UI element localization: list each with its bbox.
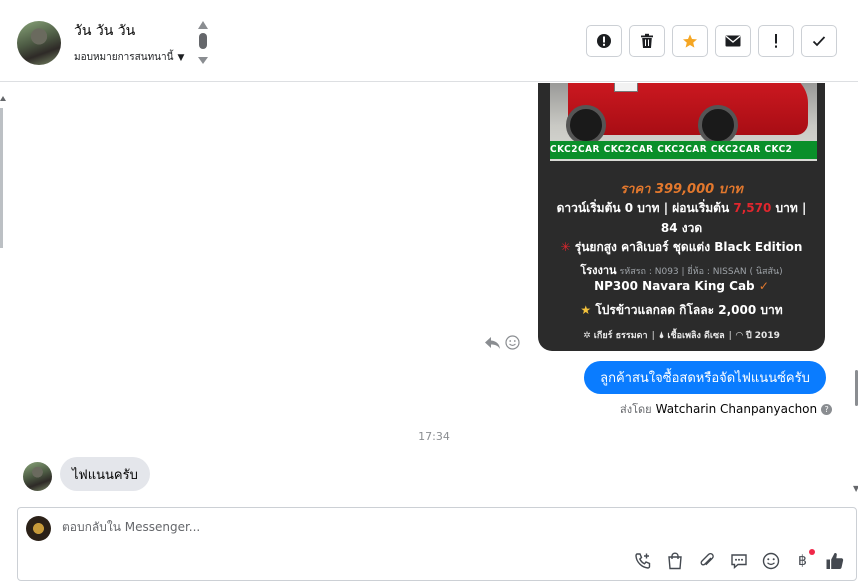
outgoing-message[interactable]: ลูกค้าสนใจซื้อสดหรือจัดไฟแนนซ์ครับ	[584, 361, 826, 394]
spec-gear: ✲ เกียร์ ธรรมดา	[583, 331, 648, 341]
call-button[interactable]	[632, 550, 653, 571]
checkmark-icon	[812, 36, 826, 47]
mark-unread-button[interactable]	[715, 25, 751, 57]
caret-down-icon: ▼	[177, 52, 185, 63]
envelope-icon	[725, 35, 741, 47]
watermark-banner: CKC2CAR CKC2CAR CKC2CAR CKC2CAR CKC2	[550, 141, 817, 159]
alert-octagon-icon	[597, 34, 611, 48]
incoming-message[interactable]: ไฟแนนครับ	[60, 457, 150, 491]
car-wheel	[566, 105, 606, 145]
conversation-stepper[interactable]	[197, 21, 209, 65]
left-scrollbar-thumb[interactable]	[0, 108, 3, 248]
composer-toolbar: ฿	[632, 549, 845, 571]
down-suffix: บาท |	[771, 201, 807, 215]
ad-down-payment: ดาวน์เริ่มต้น 0 บาท | ผ่อนเริ่มต้น 7,570…	[538, 199, 825, 218]
ad-terms: 84 งวด	[660, 221, 703, 235]
saved-replies-button[interactable]	[728, 550, 749, 571]
reply-input[interactable]	[62, 520, 622, 534]
reply-composer: ฿	[17, 507, 857, 581]
ad-price: ราคา 399,000 บาท	[620, 182, 743, 197]
header-actions	[586, 25, 837, 57]
stepper-handle	[199, 33, 207, 49]
down-prefix: ดาวน์เริ่มต้น 0 บาท | ผ่อนเริ่มต้น	[556, 201, 734, 215]
spec-fuel: เชื้อเพลิง ดีเซล	[667, 331, 725, 341]
chevron-up-icon[interactable]	[198, 21, 208, 29]
payment-button[interactable]: ฿	[792, 549, 815, 571]
ad-promo: ★ โปรข้าวแลกลด กิโลละ 2,000 บาท	[538, 301, 825, 320]
star-icon: ★	[580, 303, 592, 317]
emoji-reaction-icon[interactable]	[505, 335, 520, 350]
reply-icon[interactable]	[484, 336, 501, 350]
car-wheel	[698, 105, 738, 145]
assign-conversation-dropdown[interactable]: มอบหมายการสนทนานี้ ▼	[74, 50, 184, 65]
car-photo: CKC2CAR CKC2CAR CKC2CAR CKC2CAR CKC2	[550, 83, 817, 161]
chevron-down-icon[interactable]	[198, 57, 208, 64]
attach-button[interactable]	[696, 550, 717, 571]
mark-spam-button[interactable]	[586, 25, 622, 57]
delete-button[interactable]	[629, 25, 665, 57]
ad-specs: ✲ เกียร์ ธรรมดา | 🌢 เชื้อเพลิง ดีเซล | ◠ ปี …	[538, 328, 825, 342]
ad-meta: โรงงาน รหัสรถ : N093 | ยี่ห้อ : NISSAN (…	[538, 261, 825, 279]
meta-details: รหัสรถ : N093 | ยี่ห้อ : NISSAN ( นิสสัน…	[616, 267, 783, 277]
spec-separator: |	[728, 331, 732, 341]
contact-avatar-small[interactable]	[23, 462, 52, 491]
promo-text: โปรข้าวแลกลด กิโลละ 2,000 บาท	[595, 303, 783, 317]
contact-name[interactable]: วัน วัน วัน	[74, 20, 135, 42]
emoji-button[interactable]	[760, 550, 781, 571]
ad-model: NP300 Navara King Cab ✓	[538, 279, 825, 293]
sender-name: Watcharin Chanpanyachon	[655, 402, 818, 416]
edition-text: รุ่นยกสูง คาลิเบอร์ ชุดแต่ง Black Editio…	[570, 240, 803, 254]
star-icon	[683, 34, 697, 48]
shop-button[interactable]	[664, 550, 685, 571]
baht-icon: ฿	[798, 552, 807, 569]
star-button[interactable]	[672, 25, 708, 57]
spec-separator: |	[651, 331, 655, 341]
speedometer-icon: ◠	[735, 331, 746, 341]
scroll-down-arrow[interactable]: ▼	[853, 484, 858, 493]
phone-plus-icon	[634, 552, 650, 569]
paperclip-icon	[700, 552, 714, 565]
sent-by-line: ส่งโดย Watcharin Chanpanyachon ?	[620, 400, 833, 418]
exclamation-icon	[775, 34, 777, 48]
assign-label: มอบหมายการสนทนานี้	[74, 52, 174, 63]
license-plate	[614, 83, 638, 92]
asterisk-icon: ✳	[560, 240, 571, 254]
message-timestamp: 17:34	[418, 430, 450, 443]
check-circle-icon: ✓	[758, 279, 769, 293]
mark-done-button[interactable]	[801, 25, 837, 57]
trash-icon	[641, 33, 653, 48]
follow-up-button[interactable]	[758, 25, 794, 57]
conversation-header: วัน วัน วัน มอบหมายการสนทนานี้ ▼	[0, 0, 858, 82]
notification-dot	[809, 549, 815, 555]
help-icon[interactable]: ?	[821, 403, 833, 415]
sent-by-prefix: ส่งโดย	[620, 403, 652, 416]
like-button[interactable]	[824, 550, 845, 571]
meta-prefix: โรงงาน	[580, 264, 617, 277]
shopping-bag-icon	[667, 551, 682, 569]
contact-avatar[interactable]	[17, 21, 61, 65]
thumbs-up-icon	[826, 552, 843, 569]
spec-year: ปี 2019	[745, 331, 780, 341]
smiley-icon	[762, 552, 779, 569]
scroll-up-arrow[interactable]	[0, 96, 6, 101]
message-actions	[484, 335, 520, 350]
chat-bubble-icon	[730, 553, 747, 569]
model-text: NP300 Navara King Cab	[594, 279, 755, 293]
installment-amount: 7,570	[733, 201, 772, 215]
ad-edition: ✳ รุ่นยกสูง คาลิเบอร์ ชุดแต่ง Black Edit…	[538, 238, 825, 257]
car-ad-card[interactable]: CKC2CAR CKC2CAR CKC2CAR CKC2CAR CKC2 ราค…	[538, 83, 825, 351]
page-avatar	[26, 516, 51, 541]
